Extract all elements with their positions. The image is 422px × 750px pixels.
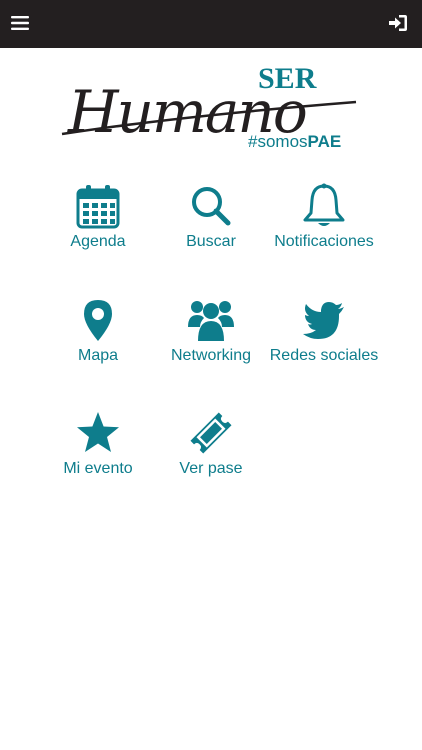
ser-humano-logo: SER Humano #somosPAE <box>61 62 357 151</box>
twitter-icon <box>303 302 344 339</box>
menu-item-label: Agenda <box>70 233 126 250</box>
bell-icon <box>303 183 345 226</box>
logo-hashtag: #somosPAE <box>248 132 341 151</box>
star-icon <box>77 412 119 452</box>
calendar-icon <box>76 185 120 229</box>
menu-item-label: Mi evento <box>63 460 133 477</box>
menu-item-label: Redes sociales <box>269 347 379 364</box>
sign-in-icon <box>389 15 407 31</box>
map-marker-icon <box>84 300 112 341</box>
menu-item-buscar[interactable]: Buscar <box>151 183 271 273</box>
menu-item-label: Mapa <box>77 347 119 364</box>
search-icon <box>192 187 231 226</box>
hamburger-menu-button[interactable] <box>10 13 30 33</box>
menu-item-label: Ver pase <box>179 460 243 477</box>
menu-item-notificaciones[interactable]: Notificaciones <box>264 183 384 273</box>
menu-item-mapa[interactable]: Mapa <box>38 297 158 387</box>
ticket-icon <box>190 412 232 454</box>
menu-item-label: Notificaciones <box>274 233 374 250</box>
menu-item-mi-evento[interactable]: Mi evento <box>38 410 158 500</box>
menu-item-networking[interactable]: Networking <box>151 297 271 387</box>
menu-item-agenda[interactable]: Agenda <box>38 183 158 273</box>
users-icon <box>188 301 234 341</box>
menu-item-ver-pase[interactable]: Ver pase <box>151 410 271 500</box>
menu-item-label: Buscar <box>186 233 236 250</box>
top-app-bar <box>0 0 422 48</box>
menu-item-redes-sociales[interactable]: Redes sociales <box>264 297 384 387</box>
menu-item-label: Networking <box>170 347 252 364</box>
login-button[interactable] <box>388 13 408 33</box>
hamburger-icon <box>11 16 29 30</box>
